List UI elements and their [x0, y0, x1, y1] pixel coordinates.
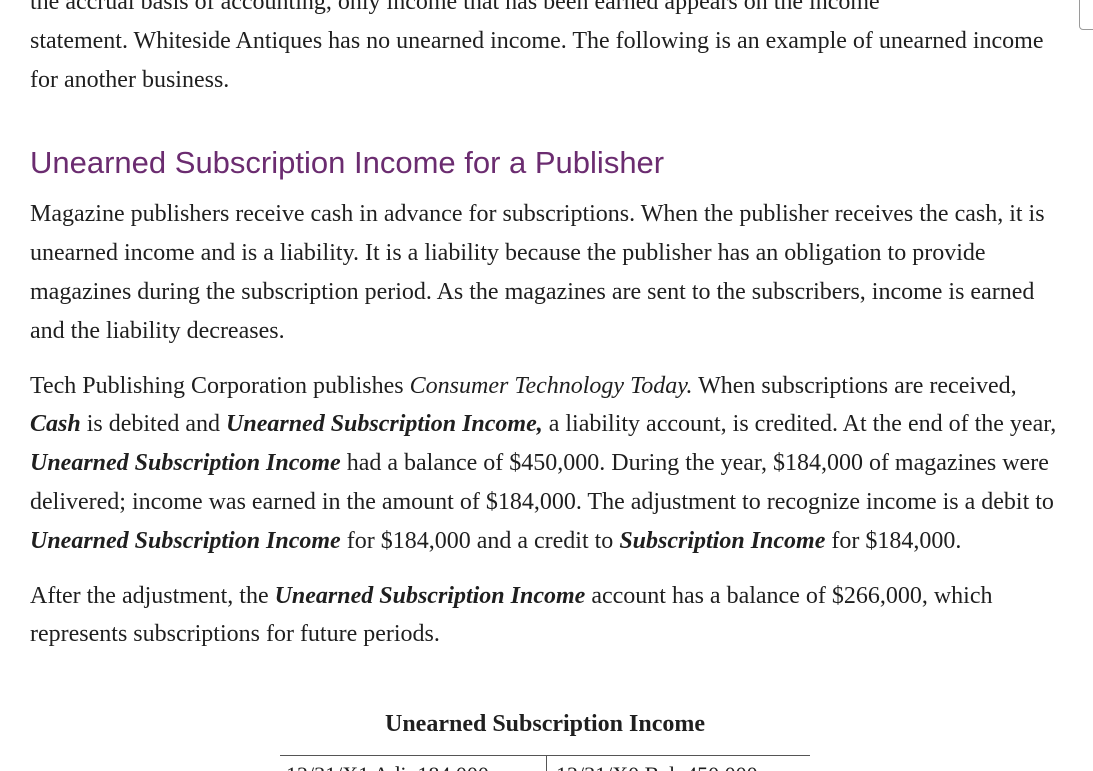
t-account-rule: 12/31/X1 Adj. 184,000 12/31/X0 Bal. 450,… — [280, 755, 810, 771]
t-account-credit-entry: 12/31/X0 Bal. 450,000 — [556, 762, 758, 771]
paragraph-publishers: Magazine publishers receive cash in adva… — [30, 201, 1045, 344]
magazine-title: Consumer Technology Today. — [409, 372, 693, 399]
paragraph-after-adjustment: After the adjustment, the Unearned Subsc… — [30, 577, 1065, 655]
account-name-unearned: Unearned Subscription Income, — [226, 411, 543, 438]
text-segment: a liability account, is credited. At the… — [542, 411, 1057, 438]
text-segment: is debited and — [80, 411, 227, 438]
t-account-title: Unearned Subscription Income — [384, 711, 706, 737]
account-name-unearned: Unearned Subscription Income — [30, 450, 341, 477]
t-account: Unearned Subscription Income 12/31/X1 Ad… — [280, 705, 810, 771]
text-segment: After the adjustment, the — [30, 582, 275, 609]
account-name-unearned: Unearned Subscription Income — [30, 527, 341, 554]
t-account-debit-entry: 12/31/X1 Adj. 184,000 — [286, 762, 489, 771]
paragraph-tech-publishing: Tech Publishing Corporation publishes Co… — [30, 367, 1065, 561]
text-segment: for $184,000. — [825, 527, 962, 554]
t-account-divider — [546, 756, 547, 771]
text-segment: for $184,000 and a credit to — [340, 527, 620, 554]
account-name-cash: Cash — [30, 411, 81, 438]
account-name-subscription: Subscription Income — [619, 527, 826, 554]
section-heading: Unearned Subscription Income for a Publi… — [30, 145, 665, 181]
intro-paragraph: statement. Whiteside Antiques has no une… — [30, 27, 1044, 93]
scrollbar-thumb[interactable] — [1079, 0, 1093, 30]
intro-cut-line: the accrual basis of accounting, only in… — [30, 0, 880, 15]
account-name-unearned: Unearned Subscription Income — [274, 582, 586, 609]
text-segment: When subscriptions are received, — [692, 372, 1017, 399]
text-segment: Tech Publishing Corporation publishes — [30, 372, 410, 399]
document-body: the accrual basis of accounting, only in… — [30, 0, 1065, 654]
